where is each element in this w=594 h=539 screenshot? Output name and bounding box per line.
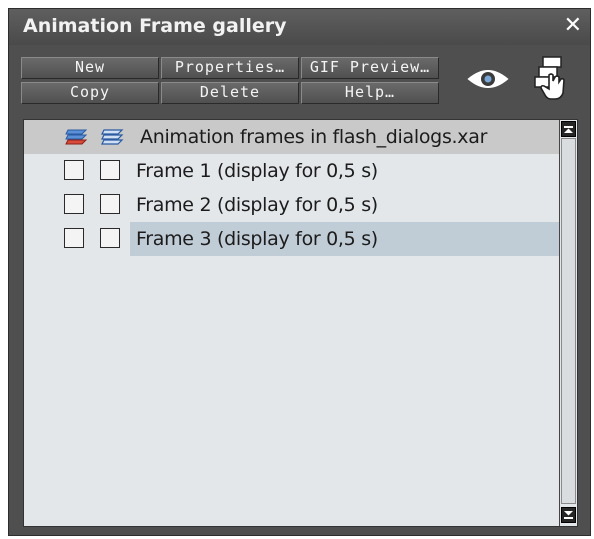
help-button[interactable]: Help… [301,82,439,104]
close-icon[interactable]: ✕ [564,13,582,38]
document-label: Animation frames in flash_dialogs.xar [140,126,488,148]
title-bar[interactable]: Animation Frame gallery ✕ [9,9,590,45]
animation-frame-gallery-panel: Animation Frame gallery ✕ New Properties… [8,8,591,536]
frame-label: Frame 1 (display for 0,5 s) [136,160,378,182]
gif-preview-button[interactable]: GIF Preview… [301,57,439,79]
layers-outline-icon [101,129,124,145]
properties-button[interactable]: Properties… [161,57,299,79]
delete-button[interactable]: Delete [161,82,299,104]
vertical-scrollbar[interactable] [559,120,577,526]
list-item-frame-1[interactable]: Frame 1 (display for 0,5 s) [24,154,561,188]
eye-icon[interactable] [467,65,509,93]
panel-title: Animation Frame gallery [23,15,287,37]
scroll-down-button[interactable] [561,507,576,523]
arrow-down-icon [564,511,573,519]
frame-show-checkbox[interactable] [64,228,84,248]
frame-show-checkbox[interactable] [64,160,84,180]
layers-stack-icon [65,129,88,145]
frame-show-checkbox[interactable] [64,194,84,214]
frame-background-checkbox[interactable] [100,194,120,214]
list-item-frame-3[interactable]: Frame 3 (display for 0,5 s) [24,222,561,256]
frame-background-checkbox[interactable] [100,160,120,180]
frame-list[interactable]: Animation frames in flash_dialogs.xar Fr… [23,119,578,527]
new-button[interactable]: New [21,57,159,79]
frame-label: Frame 2 (display for 0,5 s) [136,194,378,216]
frame-background-checkbox[interactable] [100,228,120,248]
list-header-row[interactable]: Animation frames in flash_dialogs.xar [24,120,561,154]
arrow-up-icon [564,126,573,133]
copy-button[interactable]: Copy [21,82,159,104]
frame-label: Frame 3 (display for 0,5 s) [130,222,561,256]
list-item-frame-2[interactable]: Frame 2 (display for 0,5 s) [24,188,561,222]
layers-hand-icon[interactable] [529,55,569,101]
scroll-thumb[interactable] [561,138,576,504]
scroll-up-button[interactable] [561,121,576,137]
